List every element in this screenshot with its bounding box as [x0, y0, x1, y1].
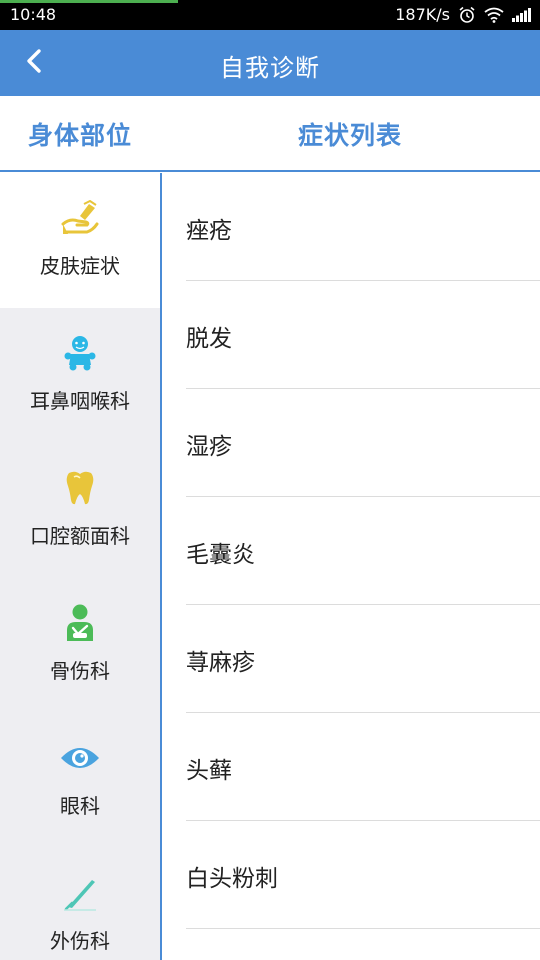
category-label: 骨伤科	[50, 659, 110, 683]
symptom-row[interactable]: 痤疮	[162, 173, 540, 281]
alarm-icon	[458, 6, 476, 24]
symptom-row[interactable]: 脱发	[162, 281, 540, 389]
category-label: 耳鼻咽喉科	[30, 389, 130, 413]
skin-hand-icon	[58, 199, 102, 237]
body-part-header: 身体部位	[28, 121, 133, 150]
wifi-icon	[484, 7, 504, 23]
category-label: 口腔额面科	[30, 524, 130, 548]
symptom-list: 痤疮 脱发 湿疹 毛囊炎 荨麻疹 头藓 白头粉刺	[162, 173, 540, 960]
category-item-skin[interactable]: 皮肤症状	[0, 173, 160, 308]
category-label: 眼科	[60, 794, 100, 818]
column-headers: 身体部位 症状列表	[0, 96, 540, 172]
category-sidebar: 皮肤症状 耳鼻咽喉科 口腔额面科 骨伤科 眼科 外伤科	[0, 173, 160, 960]
category-item-ent[interactable]: 耳鼻咽喉科	[0, 308, 160, 443]
symptom-label: 白头粉刺	[186, 866, 278, 892]
symptom-label: 湿疹	[186, 434, 232, 460]
status-time: 10:48	[10, 5, 57, 24]
symptom-row[interactable]: 白头粉刺	[162, 821, 540, 929]
symptom-label: 毛囊炎	[186, 542, 255, 568]
app-header: 自我诊断	[0, 30, 540, 96]
status-indicators: 187K/s	[395, 5, 532, 24]
status-progress-bar	[0, 0, 178, 3]
symptom-label: 头藓	[186, 758, 232, 784]
category-label: 皮肤症状	[40, 254, 120, 278]
network-speed: 187K/s	[395, 5, 450, 24]
injured-person-icon	[58, 604, 102, 642]
symptom-label: 脱发	[186, 326, 232, 352]
category-label: 外伤科	[50, 929, 110, 953]
category-item-trauma[interactable]: 外伤科	[0, 848, 160, 960]
scalpel-icon	[58, 874, 102, 912]
symptom-row[interactable]: 湿疹	[162, 389, 540, 497]
row-divider	[186, 928, 540, 929]
category-item-oral[interactable]: 口腔额面科	[0, 443, 160, 578]
symptom-label: 痤疮	[186, 218, 232, 244]
tooth-icon	[58, 469, 102, 507]
symptom-list-header: 症状列表	[298, 121, 403, 150]
page-title: 自我诊断	[220, 54, 320, 82]
baby-icon	[58, 334, 102, 372]
symptom-row[interactable]: 头藓	[162, 713, 540, 821]
eye-icon	[58, 739, 102, 777]
symptom-row[interactable]: 荨麻疹	[162, 605, 540, 713]
status-bar: 10:48 187K/s	[0, 0, 540, 30]
category-item-orthopedics[interactable]: 骨伤科	[0, 578, 160, 713]
symptom-label: 荨麻疹	[186, 650, 255, 676]
category-item-ophthalmology[interactable]: 眼科	[0, 713, 160, 848]
symptom-row[interactable]: 毛囊炎	[162, 497, 540, 605]
signal-icon	[512, 7, 532, 22]
